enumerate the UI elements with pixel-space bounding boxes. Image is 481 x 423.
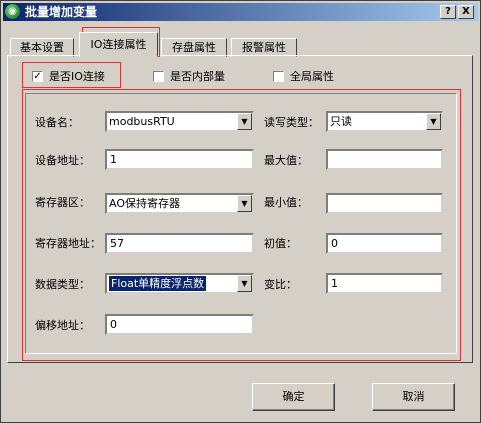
min-value-label: 最小值： bbox=[264, 196, 308, 209]
rw-type-value: 只读 bbox=[330, 115, 352, 128]
min-value-field[interactable] bbox=[326, 193, 443, 214]
register-area-value: AO保持寄存器 bbox=[109, 197, 180, 210]
device-name-select[interactable]: modbusRTU ▼ bbox=[105, 111, 254, 132]
chevron-down-icon[interactable]: ▼ bbox=[426, 113, 441, 130]
help-button[interactable]: ? bbox=[440, 5, 456, 19]
chevron-down-icon[interactable]: ▼ bbox=[237, 113, 252, 130]
checkbox-empty-icon bbox=[153, 70, 164, 82]
initial-value-label: 初值： bbox=[264, 237, 297, 250]
tab-io-connection[interactable]: IO连接属性 bbox=[79, 32, 158, 57]
register-address-label: 寄存器地址： bbox=[35, 237, 101, 250]
data-type-label: 数据类型： bbox=[35, 278, 90, 291]
title-bar[interactable]: ◉ 批量增加变量 ? X bbox=[3, 3, 478, 21]
device-name-label: 设备名： bbox=[35, 116, 79, 129]
device-name-value: modbusRTU bbox=[109, 115, 175, 128]
internal-checkbox[interactable]: 是否内部量 bbox=[153, 68, 225, 84]
offset-address-label: 偏移地址： bbox=[35, 319, 90, 332]
cancel-button[interactable]: 取消 bbox=[372, 383, 455, 411]
close-button[interactable]: X bbox=[458, 5, 474, 19]
global-checkbox[interactable]: 全局属性 bbox=[273, 68, 334, 84]
initial-value-field[interactable]: 0 bbox=[326, 233, 443, 254]
data-type-select[interactable]: Float单精度浮点数 ▼ bbox=[105, 273, 254, 294]
device-address-field[interactable]: 1 bbox=[105, 149, 254, 170]
chevron-down-icon[interactable]: ▼ bbox=[237, 275, 252, 292]
ratio-label: 变比： bbox=[264, 278, 297, 291]
register-address-field[interactable]: 57 bbox=[105, 233, 254, 254]
checkbox-empty-icon bbox=[273, 70, 284, 82]
offset-address-field[interactable]: 0 bbox=[105, 314, 254, 335]
device-address-label: 设备地址： bbox=[35, 154, 90, 167]
window-title: 批量增加变量 bbox=[25, 5, 98, 19]
max-value-label: 最大值： bbox=[264, 154, 308, 167]
rw-type-select[interactable]: 只读 ▼ bbox=[326, 111, 443, 132]
register-area-select[interactable]: AO保持寄存器 ▼ bbox=[105, 193, 254, 214]
internal-label: 是否内部量 bbox=[170, 70, 225, 83]
data-type-value: Float单精度浮点数 bbox=[107, 275, 208, 292]
global-label: 全局属性 bbox=[290, 70, 334, 83]
max-value-field[interactable] bbox=[326, 149, 443, 170]
io-connect-label: 是否IO连接 bbox=[49, 70, 105, 83]
ok-button[interactable]: 确定 bbox=[252, 383, 335, 411]
app-icon: ◉ bbox=[5, 4, 20, 19]
register-area-label: 寄存器区： bbox=[35, 196, 90, 209]
dialog-window: ◉ 批量增加变量 ? X 基本设置 IO连接属性 存盘属性 报警属性 ✓ 是否I… bbox=[0, 0, 481, 423]
rw-type-label: 读写类型： bbox=[264, 116, 319, 129]
io-connect-checkbox[interactable]: ✓ 是否IO连接 bbox=[32, 68, 105, 84]
ratio-field[interactable]: 1 bbox=[326, 273, 443, 294]
checkmark-icon: ✓ bbox=[32, 70, 43, 82]
chevron-down-icon[interactable]: ▼ bbox=[237, 195, 252, 212]
